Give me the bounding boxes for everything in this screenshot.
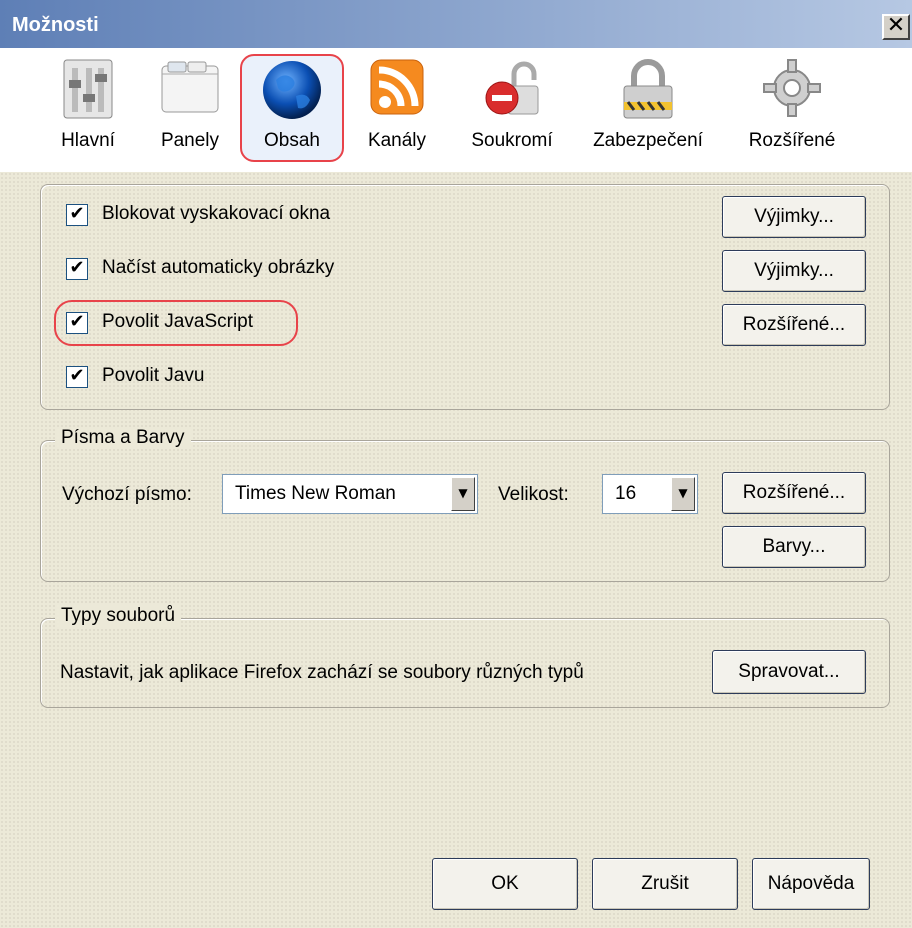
font-size-value: 16: [615, 483, 637, 504]
colors-button[interactable]: Barvy...: [722, 526, 866, 568]
close-button[interactable]: ✕: [882, 14, 910, 40]
ok-button[interactable]: OK: [432, 858, 578, 910]
javascript-advanced-button[interactable]: Rozšířené...: [722, 304, 866, 346]
popup-exceptions-button[interactable]: Výjimky...: [722, 196, 866, 238]
chevron-down-icon[interactable]: ▼: [451, 477, 475, 511]
tab-tabs-label: Panely: [160, 130, 220, 151]
fonts-colors-legend: Písma a Barvy: [55, 427, 191, 449]
manage-file-types-button[interactable]: Spravovat...: [712, 650, 866, 694]
load-images-check[interactable]: ✔: [66, 258, 88, 280]
tab-security-label: Zabezpečení: [593, 130, 703, 151]
help-button[interactable]: Nápověda: [752, 858, 870, 910]
default-font-select[interactable]: Times New Roman ▼: [222, 474, 478, 514]
tab-feeds-label: Kanály: [367, 130, 427, 151]
file-types-description: Nastavit, jak aplikace Firefox zachází s…: [60, 662, 584, 683]
tabs-icon: [161, 61, 219, 113]
font-size-select[interactable]: 16 ▼: [602, 474, 698, 514]
window-title: Možnosti: [12, 14, 99, 36]
tab-feeds[interactable]: Kanály: [352, 52, 442, 164]
cancel-button[interactable]: Zrušit: [592, 858, 738, 910]
enable-javascript-check[interactable]: ✔: [66, 312, 88, 334]
options-dialog: Možnosti ✕ Hlavní Panely Obsah Kanály So…: [0, 0, 912, 928]
general-icon: [63, 59, 113, 119]
fonts-advanced-button[interactable]: Rozšířené...: [722, 472, 866, 514]
tab-content-label: Obsah: [264, 130, 320, 151]
enable-java-label: Povolit Javu: [102, 365, 205, 386]
file-types-legend: Typy souborů: [55, 605, 182, 627]
image-exceptions-button[interactable]: Výjimky...: [722, 250, 866, 292]
tab-general[interactable]: Hlavní: [44, 52, 132, 164]
font-size-label: Velikost:: [498, 484, 569, 505]
tab-advanced[interactable]: Rozšířené: [734, 52, 850, 164]
enable-javascript-label: Povolit JavaScript: [102, 311, 254, 332]
default-font-label: Výchozí písmo:: [62, 484, 192, 505]
default-font-value: Times New Roman: [235, 483, 396, 504]
block-popups-check[interactable]: ✔: [66, 204, 88, 226]
tab-content[interactable]: Obsah: [240, 54, 344, 162]
block-popups-label: Blokovat vyskakovací okna: [102, 203, 331, 224]
tab-advanced-label: Rozšířené: [748, 130, 836, 151]
tab-general-label: Hlavní: [61, 130, 115, 151]
gear-icon: [763, 59, 821, 117]
load-images-label: Načíst automaticky obrázky: [102, 257, 335, 278]
options-toolbar: Hlavní Panely Obsah Kanály Soukromí Zabe…: [0, 48, 912, 173]
enable-java-check[interactable]: ✔: [66, 366, 88, 388]
content-panel: ✔ Blokovat vyskakovací okna Výjimky... ✔…: [0, 172, 912, 928]
tab-security[interactable]: Zabezpečení: [582, 52, 714, 164]
tab-privacy[interactable]: Soukromí: [456, 52, 568, 164]
padlock-icon: [623, 59, 673, 119]
chevron-down-icon[interactable]: ▼: [671, 477, 695, 511]
tab-tabs[interactable]: Panely: [142, 52, 238, 164]
rss-icon: [370, 59, 424, 115]
globe-icon: [263, 61, 321, 119]
privacy-icon: [485, 61, 539, 115]
title-bar[interactable]: Možnosti ✕: [0, 0, 912, 48]
tab-privacy-label: Soukromí: [471, 130, 553, 151]
